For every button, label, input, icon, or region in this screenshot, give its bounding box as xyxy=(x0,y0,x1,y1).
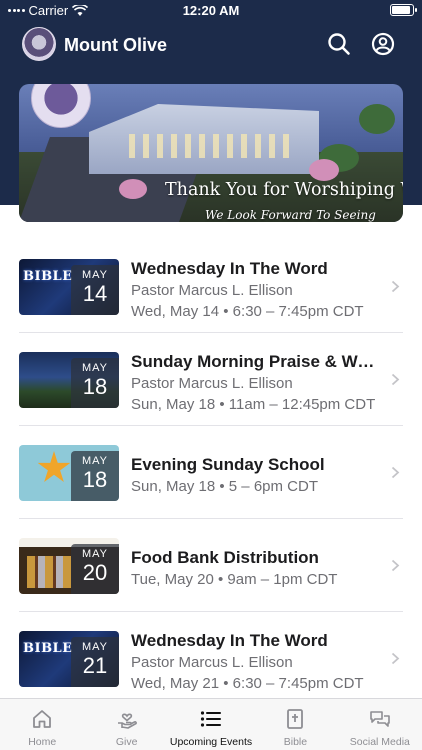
event-thumbnail: MAY 18 xyxy=(19,445,119,501)
banner-subtitle: We Look Forward To Seeing xyxy=(205,208,376,222)
event-datetime: Wed, May 21 • 6:30 – 7:45pm CDT xyxy=(131,675,364,692)
event-title: Wednesday In The Word xyxy=(131,631,328,650)
events-list: BIBLE MAY 14 Wednesday In The Word Pasto… xyxy=(0,240,422,705)
search-icon[interactable] xyxy=(326,31,352,57)
event-title: Evening Sunday School xyxy=(131,455,325,474)
event-row[interactable]: MAY 20 Food Bank Distribution Tue, May 2… xyxy=(0,519,422,612)
event-row[interactable]: MAY 18 Sunday Morning Praise & Wor... Pa… xyxy=(0,333,422,426)
event-thumbnail: MAY 18 xyxy=(19,352,119,408)
church-logo[interactable] xyxy=(22,27,56,61)
date-badge: MAY 20 xyxy=(71,544,119,594)
event-host: Pastor Marcus L. Ellison xyxy=(131,375,293,392)
date-badge: MAY 14 xyxy=(71,265,119,315)
event-row[interactable]: BIBLE MAY 21 Wednesday In The Word Pasto… xyxy=(0,612,422,705)
profile-icon[interactable] xyxy=(370,31,396,57)
tab-bible[interactable]: Bible xyxy=(253,699,337,750)
chevron-right-icon xyxy=(391,466,400,479)
event-thumbnail: BIBLE MAY 14 xyxy=(19,259,119,315)
event-host: Pastor Marcus L. Ellison xyxy=(131,282,293,299)
event-row[interactable]: MAY 18 Evening Sunday School Sun, May 18… xyxy=(0,426,422,519)
tab-social-media[interactable]: Social Media xyxy=(338,699,422,750)
church-name: Mount Olive xyxy=(64,35,167,55)
date-badge: MAY 18 xyxy=(71,358,119,408)
status-time: 12:20 AM xyxy=(182,3,240,18)
event-datetime: Sun, May 18 • 5 – 6pm CDT xyxy=(131,478,318,495)
tab-upcoming-events[interactable]: Upcoming Events xyxy=(169,699,253,750)
chat-icon xyxy=(370,711,390,727)
event-title: Wednesday In The Word xyxy=(131,259,328,278)
chevron-right-icon xyxy=(391,373,400,386)
home-icon xyxy=(33,710,52,728)
list-icon xyxy=(200,711,222,727)
event-datetime: Sun, May 18 • 11am – 12:45pm CDT xyxy=(131,396,376,413)
tab-home[interactable]: Home xyxy=(0,699,84,750)
event-thumbnail: BIBLE MAY 21 xyxy=(19,631,119,687)
tab-give[interactable]: Give xyxy=(84,699,168,750)
banner-title: Thank You for Worshiping With Us! xyxy=(165,180,403,200)
event-datetime: Wed, May 14 • 6:30 – 7:45pm CDT xyxy=(131,303,364,320)
event-title: Sunday Morning Praise & Wor... xyxy=(131,352,381,371)
event-title: Food Bank Distribution xyxy=(131,548,319,567)
event-datetime: Tue, May 20 • 9am – 1pm CDT xyxy=(131,571,338,588)
event-thumbnail: MAY 20 xyxy=(19,538,119,594)
bible-icon xyxy=(287,709,304,729)
chevron-right-icon xyxy=(391,652,400,665)
event-row[interactable]: BIBLE MAY 14 Wednesday In The Word Pasto… xyxy=(0,240,422,333)
give-icon xyxy=(117,713,137,729)
chevron-right-icon xyxy=(391,559,400,572)
date-badge: MAY 18 xyxy=(71,451,119,501)
chevron-right-icon xyxy=(391,280,400,293)
church-seal xyxy=(31,84,91,128)
status-bar: Carrier 12:20 AM xyxy=(0,0,422,22)
event-host: Pastor Marcus L. Ellison xyxy=(131,654,293,671)
welcome-banner[interactable]: Thank You for Worshiping With Us! We Loo… xyxy=(19,84,403,222)
battery-icon xyxy=(390,4,417,16)
app-header: Mount Olive xyxy=(0,24,422,64)
date-badge: MAY 21 xyxy=(71,637,119,687)
tab-bar: Home Give Upcoming Events Bible Social M… xyxy=(0,698,422,750)
